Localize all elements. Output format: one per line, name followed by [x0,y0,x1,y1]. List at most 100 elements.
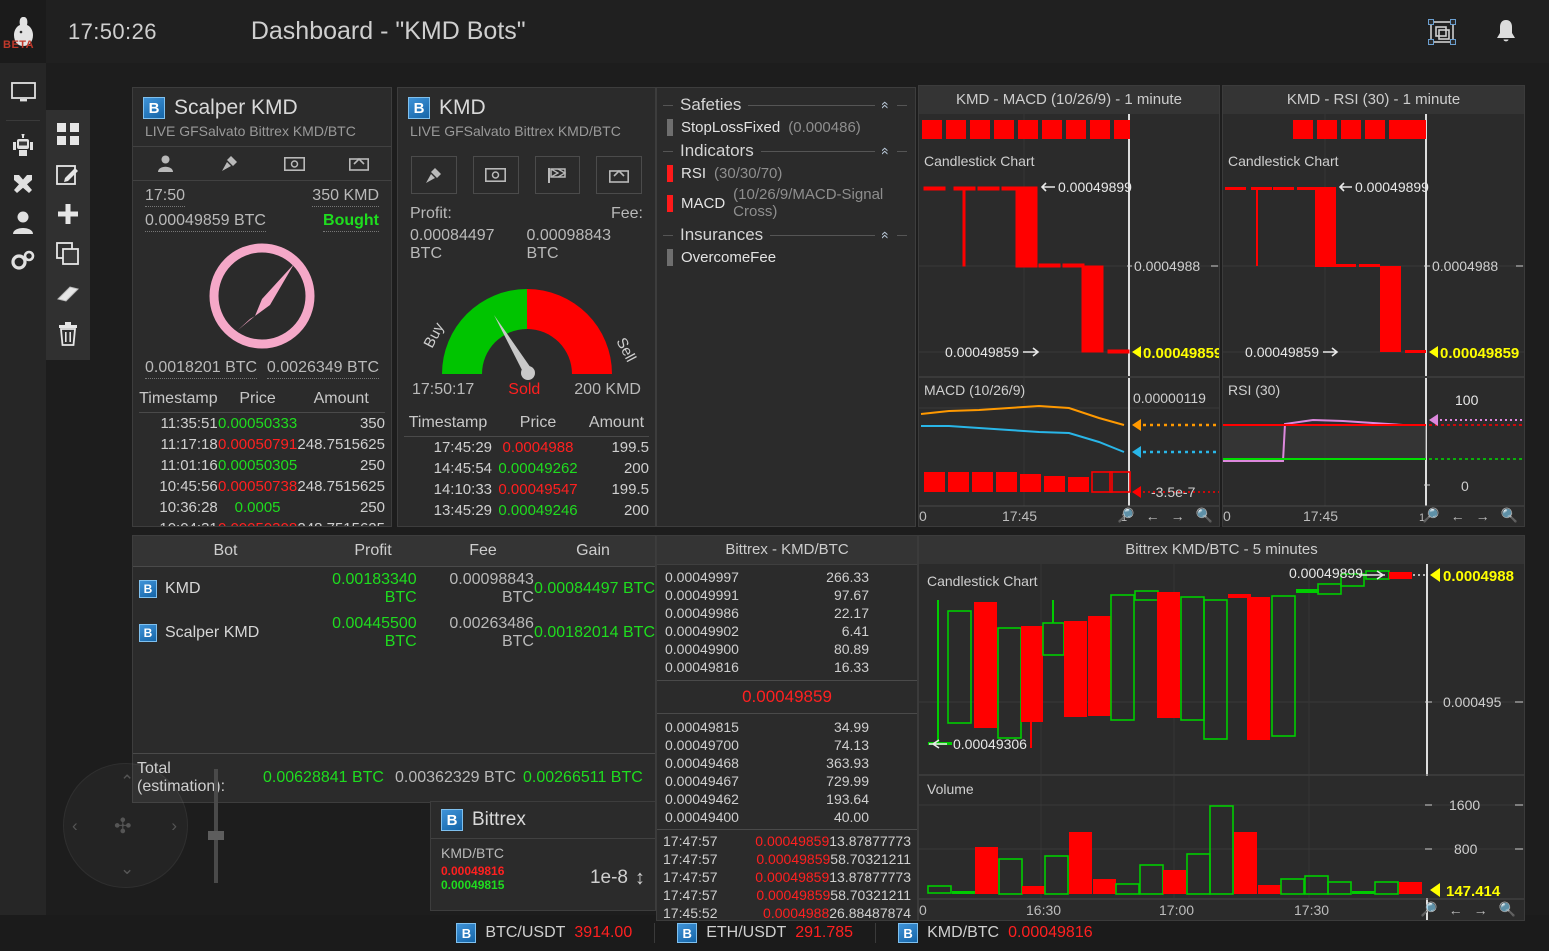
table-row: 14:10:330.00049547199.5 [404,479,649,500]
table-row[interactable]: BKMD0.00183340 BTC0.00098843 BTC0.000844… [133,567,655,611]
cell-amount: 199.5 [584,479,649,500]
bot-card-scalper-kmd[interactable]: B Scalper KMD LIVE GFSalvato Bittrex KMD… [132,87,392,527]
edit-icon[interactable] [52,158,84,190]
strategy-item[interactable]: OvercomeFee [657,247,915,268]
strategy-section-header[interactable]: Safeties« [657,92,915,117]
orderbook-row[interactable]: 0.0004940040.00 [657,808,917,826]
chart-nav-macd: 🔎 ← → 🔍 [1117,507,1213,524]
pan-right-icon[interactable]: → [1476,508,1490,524]
pan-left-icon[interactable]: ← [1146,508,1160,524]
zoom-out-icon[interactable]: 🔎 [1422,507,1439,524]
stepper-icon[interactable]: ↕ [635,867,645,890]
inbox-icon[interactable] [327,147,392,180]
zoom-out-icon[interactable]: 🔎 [1117,507,1134,524]
orderbook-row[interactable]: 0.0004981534.99 [657,718,917,736]
orderbook-row[interactable]: 0.0004970074.13 [657,736,917,754]
col-price: Price [492,411,584,437]
zoom-in-icon[interactable]: 🔍 [1499,901,1516,918]
strategy-section-header[interactable]: Insurances« [657,222,915,247]
user-icon[interactable] [133,147,198,180]
chart-panel-main[interactable]: Bittrex KMD/BTC - 5 minutes Candlestick … [918,535,1525,921]
orderbook-row[interactable]: 0.0004999197.67 [657,586,917,604]
chart-panel-rsi[interactable]: KMD - RSI (30) - 1 minute Candle [1222,85,1525,527]
strategy-item[interactable]: StopLossFixed(0.000486) [657,117,915,138]
pan-control[interactable]: ⌃ ‹ › ⌄ ✣ [63,763,188,888]
chart-nav-rsi: 🔎 ← → 🔍 [1422,507,1518,524]
x-tick-1: 17:45 [1002,508,1037,524]
bittrex-widget[interactable]: B Bittrex KMD/BTC 0.00049816 0.00049815 … [430,801,656,911]
strategy-item[interactable]: RSI(30/30/70) [657,163,915,184]
cell-price: 0.00049815 [665,719,777,735]
app-logo[interactable]: BETA [0,0,46,63]
add-icon[interactable] [52,198,84,230]
cell-time: 17:45:52 [663,905,730,921]
pan-left-icon[interactable]: ← [1449,902,1463,918]
pan-right-icon[interactable]: → [1474,902,1488,918]
status-ticker[interactable]: BBTC/USDT3914.00 [434,923,655,943]
zoom-slider-thumb[interactable] [208,831,224,840]
move-icon[interactable]: ✣ [114,814,132,839]
exchange-avatar: B [441,809,463,831]
zoom-slider-track[interactable] [214,769,218,883]
plug-icon[interactable] [198,147,263,180]
bittrex-widget-header: B Bittrex [431,802,655,839]
scalper-trades-body: 11:35:510.0005033335011:17:180.000507912… [139,412,385,526]
status-ticker[interactable]: BKMD/BTC0.00049816 [876,923,1115,943]
orderbook-row[interactable]: 0.000499026.41 [657,622,917,640]
orderbook-row[interactable]: 0.00049468363.93 [657,754,917,772]
robot-icon[interactable] [5,129,41,163]
status-ticker[interactable]: BETH/USDT291.785 [655,923,876,943]
strategy-item[interactable]: MACD(10/26/9/MACD-Signal Cross) [657,184,915,222]
layout-icon[interactable] [1425,15,1459,49]
status-badge [667,195,673,212]
tools-icon[interactable] [5,167,41,201]
bot-avatar: B [139,580,157,598]
x-tick-1: 16:30 [1026,902,1061,918]
table-row: 10:36:280.0005250 [139,497,385,518]
copy-icon[interactable] [52,238,84,270]
chevron-up-icon[interactable]: « [878,147,894,155]
zoom-in-icon[interactable]: 🔍 [1196,507,1213,524]
orderbook-trade-row: 17:47:570.0004985958.70321211 [657,850,917,868]
monitor-icon[interactable] [5,76,41,110]
pan-down-icon[interactable]: ⌄ [120,859,134,879]
zoom-out-icon[interactable]: 🔎 [1420,901,1437,918]
cell-price: 0.00049859 [730,851,830,867]
cell-amount: 13.87877773 [829,869,911,885]
pan-right-icon[interactable]: → [1171,508,1185,524]
orderbook-row[interactable]: 0.0004998622.17 [657,604,917,622]
buy-sell-gauge: Buy Sell [398,269,655,379]
orderbook-row[interactable]: 0.00049997266.33 [657,568,917,586]
orderbook-row[interactable]: 0.0004981616.33 [657,658,917,676]
orderbook-row[interactable]: 0.00049462193.64 [657,790,917,808]
bot-card-kmd[interactable]: B KMD LIVE GFSalvato Bittrex KMD/BTC [397,87,656,527]
table-row: 10:45:560.00050738248.7515625 [139,476,385,497]
inbox-icon[interactable] [596,156,642,194]
bell-icon[interactable] [1489,15,1523,49]
chevron-up-icon[interactable]: « [878,231,894,239]
eraser-icon[interactable] [52,278,84,310]
svg-text:0: 0 [1461,478,1469,494]
grid-icon[interactable] [52,118,84,150]
user-icon[interactable] [5,205,41,239]
zoom-in-icon[interactable]: 🔍 [1501,507,1518,524]
orderbook-panel: Bittrex - KMD/BTC 0.00049997266.330.0004… [656,535,918,921]
orderbook-row[interactable]: 0.0004990080.89 [657,640,917,658]
gears-icon[interactable] [5,243,41,277]
trash-icon[interactable] [52,318,84,350]
pan-left-icon[interactable]: ‹ [72,816,78,836]
chart-panel-macd[interactable]: KMD - MACD (10/26/9) - 1 minute [918,85,1220,527]
table-row[interactable]: BScalper KMD0.00445500 BTC0.00263486 BTC… [133,611,655,655]
pan-up-icon[interactable]: ⌃ [120,772,134,792]
flag-icon[interactable] [535,156,581,194]
pan-left-icon[interactable]: ← [1451,508,1465,524]
cell-price: 0.00049986 [665,605,777,621]
plug-icon[interactable] [411,156,457,194]
strategy-section-header[interactable]: Indicators« [657,138,915,163]
orderbook-row[interactable]: 0.00049467729.99 [657,772,917,790]
chevron-up-icon[interactable]: « [878,101,894,109]
cell-price: 0.00049900 [665,641,777,657]
pan-right-icon[interactable]: › [171,816,177,836]
banknote-icon[interactable] [473,156,519,194]
banknote-icon[interactable] [262,147,327,180]
